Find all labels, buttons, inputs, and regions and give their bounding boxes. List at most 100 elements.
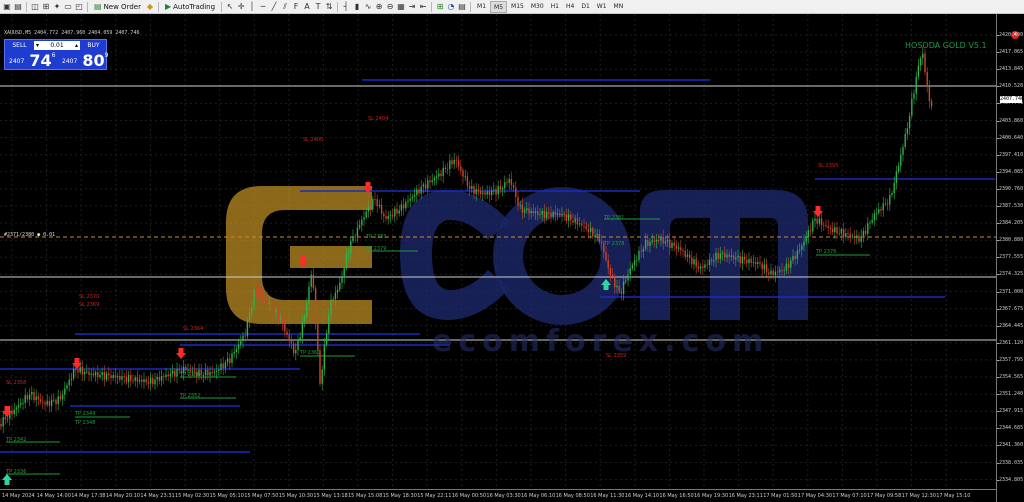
price-axis[interactable]: 2420.400 2417.065 2413.845 2410.520 2407.746… — [996, 14, 1024, 502]
zoom-in-icon[interactable]: ⊕ — [374, 2, 384, 12]
candle-body — [231, 353, 233, 363]
candle-body — [576, 218, 579, 225]
candle-body — [99, 375, 101, 378]
line-chart-icon[interactable]: ∿ — [363, 2, 373, 12]
toolbar-divider — [221, 1, 223, 12]
candle-body — [290, 341, 293, 344]
candle-body — [823, 224, 825, 226]
timeframe-m30[interactable]: M30 — [528, 1, 547, 13]
strategy-tester-icon[interactable]: ◰ — [74, 2, 84, 12]
crosshair-icon[interactable]: ✛ — [236, 2, 246, 12]
fibonacci-icon[interactable]: F — [291, 2, 301, 12]
new-order-button[interactable]: ▤ New Order — [91, 1, 144, 13]
toolbar-divider — [157, 1, 159, 12]
buy-price[interactable]: 2407 809 — [62, 51, 108, 70]
watermark-m-shape — [640, 190, 808, 320]
timeframe-w1[interactable]: W1 — [594, 1, 610, 13]
autotrading-button[interactable]: ▶ AutoTrading — [162, 1, 218, 13]
timeframe-m15[interactable]: M15 — [508, 1, 527, 13]
candle-body — [246, 320, 249, 337]
candle-body — [253, 289, 255, 307]
candle-body — [81, 366, 84, 375]
terminal-icon[interactable]: ▭ — [63, 2, 73, 12]
trendline-icon[interactable]: ╱ — [269, 2, 279, 12]
timeframe-m1[interactable]: M1 — [474, 1, 489, 13]
lot-decrease-icon[interactable]: ▾ — [36, 42, 39, 49]
candle-body — [306, 304, 308, 316]
price-axis-label: 2403.860 — [999, 117, 1024, 124]
candle-body — [154, 379, 156, 385]
candle-body — [682, 250, 684, 252]
candle-body — [169, 373, 172, 377]
horizontal-line-icon[interactable]: ─ — [258, 2, 268, 12]
indicators-icon[interactable]: ⊞ — [435, 2, 445, 12]
label-icon[interactable]: T — [313, 2, 323, 12]
candle-body — [105, 373, 108, 380]
navigator-icon[interactable]: ✦ — [52, 2, 62, 12]
sell-price-sup: 6 — [51, 52, 56, 59]
market-watch-icon[interactable]: ◫ — [30, 2, 40, 12]
tp-label: TP 2360 — [299, 350, 320, 356]
time-axis-label: 15 May 07:50 — [244, 493, 279, 499]
time-axis-label: 15 May 10:30 — [278, 493, 314, 499]
candle-body — [94, 372, 97, 376]
chart-shift-icon[interactable]: ⇤ — [418, 2, 428, 12]
candle-body — [776, 271, 779, 273]
candle-body — [732, 255, 735, 260]
candle-body — [479, 190, 482, 194]
main-toolbar: ▣ ▤ ◫ ⊞ ✦ ▭ ◰ ▤ New Order ◆ ▶ AutoTradin… — [0, 0, 1024, 14]
sell-price-prefix: 2407 — [9, 58, 25, 65]
price-axis-label: 2380.880 — [999, 237, 1024, 244]
metaeditor-icon[interactable]: ◆ — [145, 2, 155, 12]
timeframe-h1[interactable]: H1 — [548, 1, 562, 13]
candle-body — [660, 236, 662, 241]
arrows-icon[interactable]: ⇅ — [324, 2, 334, 12]
periods-icon[interactable]: ◔ — [446, 2, 456, 12]
timeframe-d1[interactable]: D1 — [578, 1, 592, 13]
lot-increase-icon[interactable]: ▴ — [75, 42, 78, 49]
tile-icon[interactable]: ▦ — [396, 2, 406, 12]
candle-body — [728, 254, 730, 257]
candle-body — [343, 268, 345, 278]
candle-body — [598, 234, 601, 242]
sell-button[interactable]: SELL — [7, 41, 32, 50]
data-window-icon[interactable]: ⊞ — [41, 2, 51, 12]
candle-body — [589, 228, 592, 233]
candle-body — [471, 186, 473, 189]
channel-icon[interactable]: ⫽ — [280, 2, 290, 12]
buy-arrow-icon — [2, 474, 12, 485]
new-chart-icon[interactable]: ▣ — [2, 2, 12, 12]
candle-body — [347, 253, 350, 255]
chart-canvas[interactable]: SL 2404 SL 2400 SL 2370 SL 2369 SL 2364 SL 23… — [0, 14, 996, 489]
time-axis-label: 15 May 05:10 — [209, 493, 244, 499]
zoom-out-icon[interactable]: ⊖ — [385, 2, 395, 12]
timeframe-h4[interactable]: H4 — [563, 1, 577, 13]
timeframe-mn[interactable]: MN — [611, 1, 627, 13]
sell-price[interactable]: 2407 746 — [9, 51, 55, 70]
cursor-icon[interactable]: ↖ — [225, 2, 235, 12]
candle-body — [460, 166, 462, 171]
candle-body — [842, 229, 845, 237]
candle-body — [702, 266, 704, 268]
text-icon[interactable]: A — [302, 2, 312, 12]
lot-size-input[interactable]: ▾ 0.01 ▴ — [34, 41, 80, 50]
buy-button[interactable]: BUY — [81, 41, 106, 50]
timeframe-m5[interactable]: M5 — [490, 0, 508, 13]
candle-body — [330, 299, 332, 315]
profiles-icon[interactable]: ▤ — [13, 2, 23, 12]
time-axis[interactable]: 14 May 2024 14 May 14:00 14 May 17:38 14 Ma… — [0, 489, 996, 502]
price-chart[interactable]: SL 2404 SL 2400 SL 2370 SL 2369 SL 2364 SL 23… — [0, 14, 1024, 502]
candle-body — [341, 277, 343, 283]
price-axis-label: 2394.085 — [999, 168, 1024, 175]
candle-body — [257, 291, 260, 293]
autoscroll-icon[interactable]: ⇥ — [407, 2, 417, 12]
candle-body — [374, 199, 376, 200]
candle-body — [13, 409, 15, 415]
vertical-line-icon[interactable]: │ — [247, 2, 257, 12]
candle-body — [389, 215, 392, 217]
bar-chart-icon[interactable]: ┤ — [341, 2, 351, 12]
candlestick-icon[interactable]: ▮ — [352, 2, 362, 12]
candle-body — [248, 312, 251, 321]
templates-icon[interactable]: ▤ — [457, 2, 467, 12]
candle-body — [314, 288, 317, 323]
